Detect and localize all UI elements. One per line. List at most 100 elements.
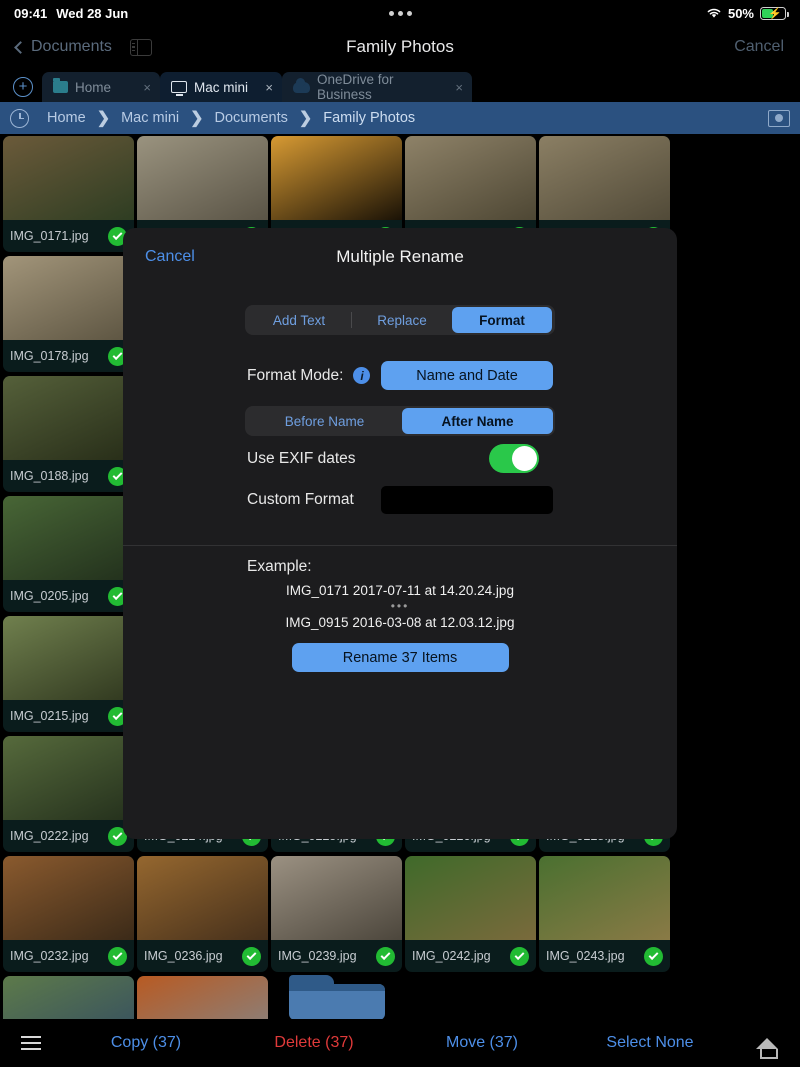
file-thumbnail [3,856,134,940]
monitor-icon [171,81,187,96]
move-button[interactable]: Move (37) [398,1034,566,1052]
file-name: IMG_0232.jpg [10,949,89,963]
file-grid-item[interactable]: IMG_0222.jpg [3,736,134,852]
file-name: IMG_0178.jpg [10,349,89,363]
dialog-cancel-button[interactable]: Cancel [145,248,195,266]
format-mode-label: Format Mode: [247,366,344,384]
sidebar-toggle-icon[interactable] [129,38,152,56]
tab-strip: + Home × Mac mini × OneDrive for Busines… [0,68,800,102]
file-thumbnail [137,856,268,940]
custom-format-input[interactable] [381,486,553,514]
file-meta: IMG_0242.jpg [405,940,536,972]
file-name: IMG_0242.jpg [412,949,491,963]
file-grid-item[interactable]: IMG_0239.jpg [271,856,402,972]
file-name: IMG_0222.jpg [10,829,89,843]
breadcrumb-item-mac-mini[interactable]: Mac mini [115,110,185,126]
file-meta: IMG_0232.jpg [3,940,134,972]
nav-bar: Documents Family Photos Cancel [0,26,800,68]
breadcrumb-item-home[interactable]: Home [41,110,92,126]
chevron-right-icon: ❯ [96,110,111,127]
tab-close-icon[interactable]: × [137,80,151,95]
tab-replace[interactable]: Replace [352,307,452,333]
chevron-right-icon: ❯ [190,110,204,127]
file-grid-item[interactable]: IMG_0205.jpg [3,496,134,612]
file-grid-item[interactable]: IMG_0188.jpg [3,376,134,492]
rename-items-button[interactable]: Rename 37 Items [291,643,509,672]
file-name: IMG_0215.jpg [10,709,89,723]
file-grid-item[interactable]: IMG_0171.jpg [3,136,134,252]
file-grid-item[interactable]: IMG_0232.jpg [3,856,134,972]
tab-close-icon[interactable]: × [259,80,273,95]
file-meta: IMG_0205.jpg [3,580,134,612]
wifi-icon [707,8,721,18]
example-last-line: IMG_0915 2016-03-08 at 12.03.12.jpg [285,615,515,630]
name-position-segmented-control: Before Name After Name [245,406,555,436]
tab-home[interactable]: Home × [42,72,160,102]
breadcrumb-item-documents[interactable]: Documents [209,110,294,126]
info-icon[interactable]: i [353,367,371,384]
file-name: IMG_0236.jpg [144,949,223,963]
tab-before-name[interactable]: Before Name [247,408,402,434]
selected-check-icon[interactable] [108,946,127,966]
recording-dots-icon [388,10,412,16]
format-mode-value-button[interactable]: Name and Date [381,361,553,390]
select-none-button[interactable]: Select None [566,1034,734,1052]
file-thumbnail [3,256,134,340]
file-name: IMG_0243.jpg [546,949,625,963]
dialog-title: Multiple Rename [336,247,464,266]
example-first-line: IMG_0171 2017-07-11 at 14.20.24.jpg [286,583,514,598]
file-name: IMG_0171.jpg [10,229,89,243]
folder-icon [53,78,68,93]
breadcrumb-item-family-photos[interactable]: Family Photos [317,110,421,126]
tab-onedrive-for-business[interactable]: OneDrive for Business × [282,72,472,102]
tab-add-text[interactable]: Add Text [247,307,351,333]
file-thumbnail [3,616,134,700]
chevron-right-icon: ❯ [298,110,313,127]
file-meta: IMG_0243.jpg [539,940,670,972]
dialog-header: Cancel Multiple Rename [123,228,677,286]
delete-button[interactable]: Delete (37) [230,1034,398,1052]
tab-mac-mini[interactable]: Mac mini × [160,72,282,102]
file-grid-item[interactable]: IMG_0243.jpg [539,856,670,972]
selected-check-icon[interactable] [376,946,395,966]
plus-circle-icon: + [13,77,33,97]
selected-check-icon[interactable] [242,946,261,966]
selected-check-icon[interactable] [644,946,663,966]
file-meta: IMG_0215.jpg [3,700,134,732]
cloud-icon [293,77,310,93]
new-tab-button[interactable]: + [4,72,42,102]
file-grid-item[interactable]: IMG_0178.jpg [3,256,134,372]
display-icon[interactable] [768,109,790,127]
dialog-divider [123,545,677,546]
hamburger-menu-icon[interactable] [0,1036,62,1050]
use-exif-dates-toggle[interactable] [488,444,539,473]
file-grid-item[interactable]: IMG_0242.jpg [405,856,536,972]
status-date: Wed 28 Jun [56,5,129,21]
format-mode-row: Format Mode: i Name and Date [247,361,553,390]
file-meta: IMG_0188.jpg [3,460,134,492]
custom-format-label: Custom Format [247,491,354,508]
back-button[interactable]: Documents [14,38,112,56]
file-meta: IMG_0239.jpg [271,940,402,972]
file-grid-item[interactable]: IMG_0236.jpg [137,856,268,972]
use-exif-dates-row: Use EXIF dates [247,444,553,473]
back-button-label: Documents [31,38,112,55]
tab-after-name[interactable]: After Name [402,408,553,434]
file-grid-item[interactable]: IMG_0215.jpg [3,616,134,732]
chevron-left-icon [14,40,27,54]
copy-button[interactable]: Copy (37) [62,1034,230,1052]
bottom-toolbar: Copy (37) Delete (37) Move (37) Select N… [0,1019,800,1067]
selected-check-icon[interactable] [510,946,529,966]
file-thumbnail [271,136,402,220]
tab-format[interactable]: Format [452,307,552,333]
file-name: IMG_0239.jpg [278,949,357,963]
cancel-button[interactable]: Cancel [734,38,784,56]
tab-close-icon[interactable]: × [449,80,463,95]
file-thumbnail [539,136,670,220]
status-time: 09:41 [14,5,48,21]
home-button[interactable] [734,1037,800,1059]
history-clock-icon[interactable] [10,108,29,128]
battery-percent: 50% [727,5,754,21]
tab-label: Mac mini [194,79,249,95]
file-meta: IMG_0236.jpg [137,940,268,972]
